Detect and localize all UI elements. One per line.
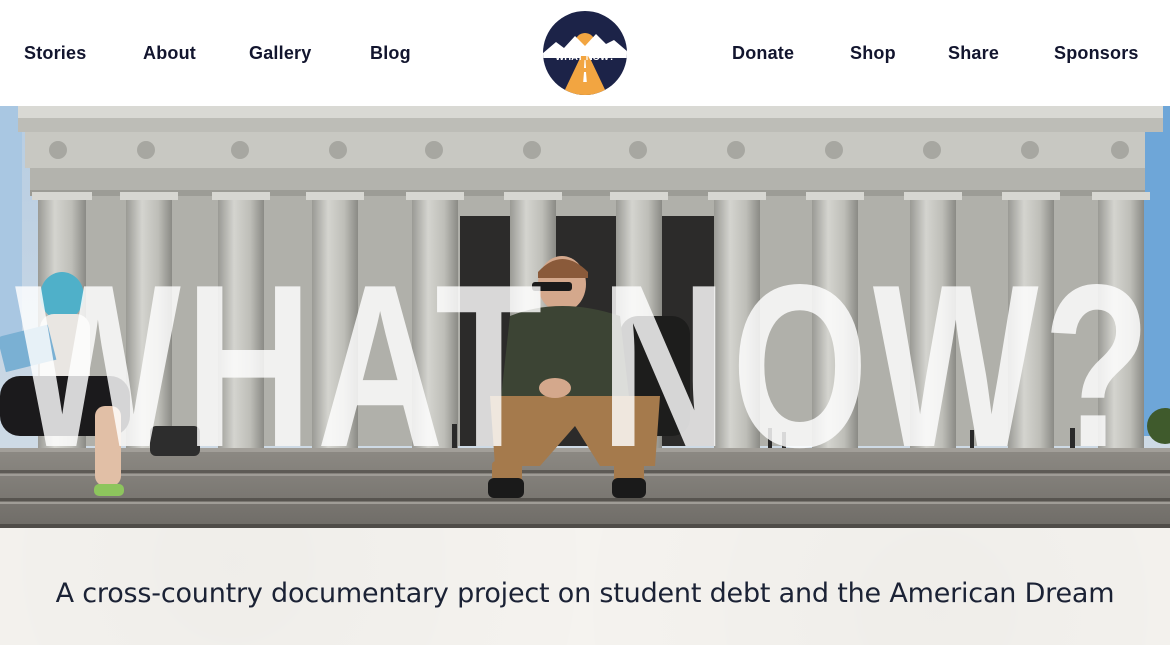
nav-link-about[interactable]: About	[143, 42, 196, 64]
nav-link-shop[interactable]: Shop	[850, 42, 896, 64]
nav-link-donate[interactable]: Donate	[732, 42, 794, 64]
nav-link-sponsors[interactable]: Sponsors	[1054, 42, 1139, 64]
nav-link-share[interactable]: Share	[948, 42, 999, 64]
tagline-text: A cross-country documentary project on s…	[55, 578, 1115, 609]
road-mountain-logo-icon: WHAT NOW?	[543, 11, 627, 95]
tagline-band: A cross-country documentary project on s…	[0, 528, 1170, 645]
logo-text: WHAT NOW?	[555, 52, 615, 63]
site-header: Stories About Gallery Blog WHAT NOW? Don…	[0, 0, 1170, 106]
hero-banner: WHAT NOW?	[0, 106, 1170, 528]
site-logo[interactable]: WHAT NOW?	[542, 10, 628, 96]
nav-link-gallery[interactable]: Gallery	[249, 42, 311, 64]
hero-photo	[0, 106, 1170, 528]
nav-link-stories[interactable]: Stories	[24, 42, 86, 64]
nav-link-blog[interactable]: Blog	[370, 42, 411, 64]
